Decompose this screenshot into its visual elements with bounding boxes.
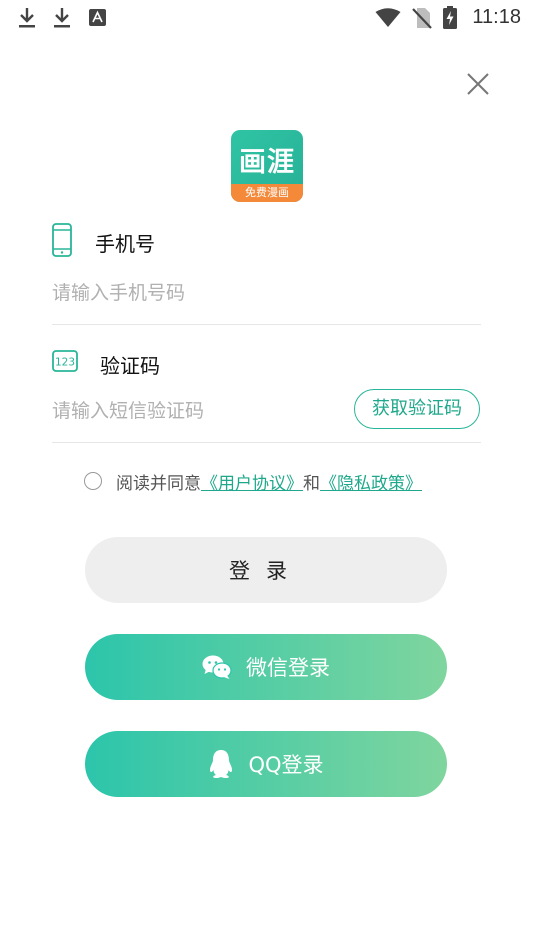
status-bar: 11:18 bbox=[0, 0, 533, 36]
login-button[interactable]: 登录 bbox=[85, 537, 447, 603]
close-icon[interactable] bbox=[462, 68, 494, 100]
app-logo: 画涯 免费漫画 bbox=[231, 130, 303, 202]
svg-text:123: 123 bbox=[55, 357, 75, 369]
logo-subtitle: 免费漫画 bbox=[231, 184, 303, 202]
code-label: 验证码 bbox=[100, 354, 160, 378]
privacy-policy-link[interactable]: 《隐私政策》 bbox=[320, 469, 422, 494]
agreement-row: 阅读并同意 《用户协议》 和 《隐私政策》 bbox=[84, 468, 422, 494]
font-icon bbox=[89, 9, 106, 26]
battery-charging-icon bbox=[443, 6, 457, 29]
user-agreement-link[interactable]: 《用户协议》 bbox=[201, 469, 303, 494]
agreement-checkbox[interactable] bbox=[84, 472, 102, 490]
phone-icon bbox=[52, 223, 72, 257]
qq-login-label: QQ登录 bbox=[248, 753, 324, 777]
phone-input[interactable] bbox=[52, 280, 472, 306]
agreement-prefix: 阅读并同意 bbox=[116, 473, 201, 494]
download-icon bbox=[19, 8, 35, 28]
wechat-icon bbox=[202, 654, 232, 680]
phone-divider bbox=[52, 324, 481, 325]
logo-title: 画涯 bbox=[239, 147, 295, 178]
agreement-and: 和 bbox=[303, 473, 320, 494]
wifi-icon bbox=[375, 8, 401, 27]
wechat-login-label: 微信登录 bbox=[246, 656, 330, 680]
qq-penguin-icon bbox=[208, 749, 234, 779]
download-icon bbox=[54, 8, 70, 28]
code-input[interactable] bbox=[52, 398, 342, 424]
wechat-login-button[interactable]: 微信登录 bbox=[85, 634, 447, 700]
code-divider bbox=[52, 442, 481, 443]
code-icon: 123 bbox=[52, 350, 78, 372]
qq-login-button[interactable]: QQ登录 bbox=[85, 731, 447, 797]
login-label: 登录 bbox=[229, 559, 303, 583]
get-code-button[interactable]: 获取验证码 bbox=[354, 389, 480, 429]
status-time: 11:18 bbox=[472, 6, 521, 28]
no-sim-icon bbox=[412, 8, 432, 29]
phone-label: 手机号 bbox=[95, 232, 155, 256]
